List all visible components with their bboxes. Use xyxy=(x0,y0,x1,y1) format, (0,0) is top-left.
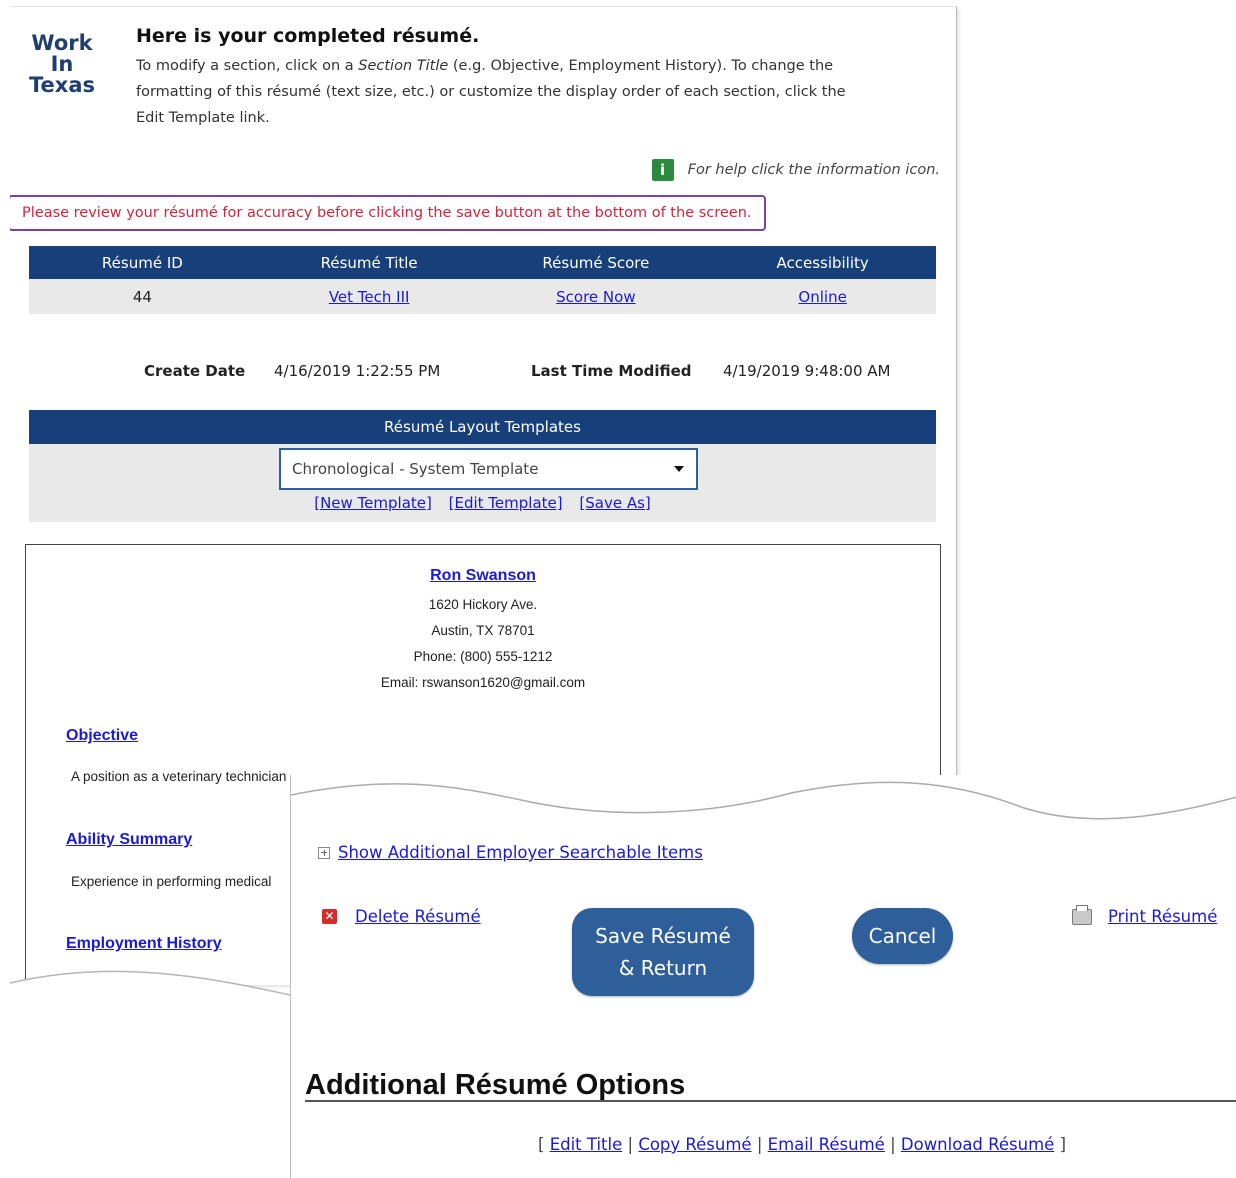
section-title-ability-summary[interactable]: Ability Summary xyxy=(66,831,192,849)
email-resume-link[interactable]: Email Résumé xyxy=(768,1135,885,1154)
edit-template-link[interactable]: [Edit Template] xyxy=(449,494,563,512)
save-resume-button[interactable]: Save Résumé & Return xyxy=(572,908,754,996)
ability-summary-text: Experience in performing medical xyxy=(71,874,272,889)
bracket-open: [ xyxy=(538,1135,545,1154)
section-title-objective[interactable]: Objective xyxy=(66,727,138,745)
template-select[interactable]: Chronological - System Template xyxy=(279,448,698,490)
intro-instructions: To modify a section, click on a Section … xyxy=(136,53,856,131)
cancel-button[interactable]: Cancel xyxy=(852,908,953,964)
template-select-value: Chronological - System Template xyxy=(292,460,539,478)
header-resume-score: Résumé Score xyxy=(482,246,710,279)
resume-info-table: Résumé ID Résumé Title Résumé Score Acce… xyxy=(29,246,936,314)
last-modified-label: Last Time Modified xyxy=(531,362,692,380)
save-as-link[interactable]: [Save As] xyxy=(579,494,650,512)
resume-id-value: 44 xyxy=(29,279,256,314)
delete-resume-link[interactable]: Delete Résumé xyxy=(355,907,481,926)
help-hint: i For help click the information icon. xyxy=(651,159,940,181)
save-button-line1: Save Résumé xyxy=(595,924,731,948)
accessibility-link[interactable]: Online xyxy=(798,288,846,306)
additional-options-links: [ Edit Title | Copy Résumé | Email Résum… xyxy=(538,1135,1066,1154)
torn-top-edge xyxy=(291,781,1236,835)
table-row: 44 Vet Tech III Score Now Online xyxy=(29,279,936,314)
last-modified-value: 4/19/2019 9:48:00 AM xyxy=(723,362,891,380)
bottom-actions-page: Show Additional Employer Searchable Item… xyxy=(290,775,1236,1178)
template-links: [New Template] [Edit Template] [Save As] xyxy=(29,494,936,512)
date-info: Create Date 4/16/2019 1:22:55 PM Last Ti… xyxy=(10,362,956,386)
delete-resume-action[interactable]: ✕ Delete Résumé xyxy=(322,907,481,926)
additional-options-title: Additional Résumé Options xyxy=(305,1069,686,1101)
resume-title-link[interactable]: Vet Tech III xyxy=(329,288,410,306)
page-title: Here is your completed résumé. xyxy=(136,25,480,47)
show-additional-items[interactable]: Show Additional Employer Searchable Item… xyxy=(318,843,703,862)
create-date-value: 4/16/2019 1:22:55 PM xyxy=(274,362,441,380)
header-accessibility: Accessibility xyxy=(709,246,936,279)
expand-plus-icon[interactable] xyxy=(318,846,330,859)
section-title-employment-history[interactable]: Employment History xyxy=(66,935,222,953)
layout-templates-header: Résumé Layout Templates xyxy=(29,410,936,444)
bracket-close: ] xyxy=(1059,1135,1066,1154)
print-resume-link[interactable]: Print Résumé xyxy=(1108,907,1217,926)
create-date-label: Create Date xyxy=(144,362,246,380)
help-text: For help click the information icon. xyxy=(687,162,940,178)
intro-text-part1: To modify a section, click on a xyxy=(136,58,359,74)
logo-line-in: In xyxy=(50,52,74,76)
accuracy-warning: Please review your résumé for accuracy b… xyxy=(10,195,766,231)
logo-line-work: Work xyxy=(31,31,93,55)
work-in-texas-logo[interactable]: Work In Texas xyxy=(22,33,102,96)
address-line1: 1620 Hickory Ave. xyxy=(428,597,538,612)
new-template-link[interactable]: [New Template] xyxy=(314,494,432,512)
header-resume-id: Résumé ID xyxy=(29,246,256,279)
objective-text: A position as a veterinary technician xyxy=(71,769,287,784)
score-now-link[interactable]: Score Now xyxy=(556,288,635,306)
header-resume-title: Résumé Title xyxy=(255,246,483,279)
layout-templates-panel: Chronological - System Template [New Tem… xyxy=(29,444,936,522)
divider xyxy=(305,1100,1236,1102)
save-button-line2: & Return xyxy=(618,956,708,980)
delete-icon[interactable]: ✕ xyxy=(322,909,337,924)
intro-text-emphasis: Section Title xyxy=(358,58,449,74)
information-icon[interactable]: i xyxy=(651,159,674,181)
copy-resume-link[interactable]: Copy Résumé xyxy=(638,1135,751,1154)
email-line: Email: rswanson1620@gmail.com xyxy=(380,675,586,690)
resume-name-link[interactable]: Ron Swanson xyxy=(26,567,940,585)
print-resume-action[interactable]: Print Résumé xyxy=(1072,904,1217,926)
download-resume-link[interactable]: Download Résumé xyxy=(901,1135,1054,1154)
printer-icon[interactable] xyxy=(1072,904,1092,925)
edit-title-link[interactable]: Edit Title xyxy=(550,1135,623,1154)
show-additional-link[interactable]: Show Additional Employer Searchable Item… xyxy=(338,843,703,862)
phone-line: Phone: (800) 555-1212 xyxy=(413,649,553,664)
logo-line-texas: Texas xyxy=(29,73,95,97)
address-line2: Austin, TX 78701 xyxy=(431,623,535,638)
chevron-down-icon xyxy=(674,466,684,472)
